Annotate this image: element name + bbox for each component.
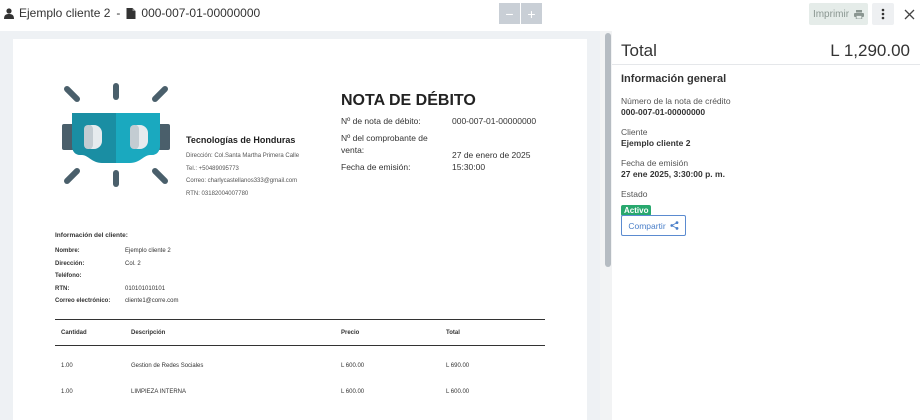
panel-divider xyxy=(612,64,920,65)
note-field-label: Fecha de emisión: xyxy=(341,162,411,172)
client-info-heading: Información del cliente: xyxy=(55,232,128,239)
total-value: L 1,290.00 xyxy=(830,41,910,60)
info-field-value: Ejemplo cliente 2 xyxy=(621,138,691,148)
client-info-label: Teléfono: xyxy=(55,273,82,279)
table-cell: 1.00 xyxy=(61,389,73,395)
client-info-label: Nombre: xyxy=(55,248,80,254)
client-info-label: RTN: xyxy=(55,285,70,292)
note-field-value: 000-007-01-00000000 xyxy=(452,116,537,126)
document-header-title: Ejemplo cliente 2 - 000-007-01-00000000 xyxy=(4,6,260,20)
client-info-value: Col. 2 xyxy=(125,260,141,267)
info-field-issue-date: Fecha de emisión 27 ene 2025, 3:30:00 p.… xyxy=(621,158,725,180)
client-info-label: Correo electrónico: xyxy=(55,298,111,304)
document-page: Tecnologías de Honduras Dirección: Col.S… xyxy=(13,39,587,420)
print-button[interactable]: Imprimir xyxy=(809,3,868,25)
company-logo xyxy=(62,83,170,187)
company-phone: Tel.: +50489095773 xyxy=(186,165,239,172)
client-info-row: Nombre: Ejemplo cliente 2 xyxy=(55,248,171,261)
zoom-out-button[interactable]: − xyxy=(499,3,520,24)
company-rtn: RTN: 03182004007780 xyxy=(186,190,249,197)
more-options-button[interactable] xyxy=(872,3,894,25)
client-info-value: 010101010101 xyxy=(125,285,166,292)
client-info-value: cliente1@corre.com xyxy=(125,298,179,304)
client-info-row: Teléfono: xyxy=(55,273,128,286)
user-icon xyxy=(4,7,14,19)
client-info-row: Correo electrónico: cliente1@corre.com xyxy=(55,298,178,311)
table-top-rule xyxy=(55,319,545,320)
company-name: Tecnologías de Honduras xyxy=(186,135,296,145)
company-email: Correo: charlycastellanos333@gmail.com xyxy=(186,178,298,184)
client-info-value: Ejemplo cliente 2 xyxy=(125,248,171,254)
note-field-label: Nº de nota de débito: xyxy=(341,116,421,126)
info-field-value: 000-007-01-00000000 xyxy=(621,107,706,117)
share-icon xyxy=(670,221,679,230)
header-separator: - xyxy=(116,6,121,20)
zoom-in-button[interactable]: + xyxy=(521,3,542,24)
table-header-rule xyxy=(55,345,545,346)
client-info-row: Dirección: Col. 2 xyxy=(55,260,141,274)
company-info: Tecnologías de Honduras Dirección: Col.S… xyxy=(186,135,299,200)
note-field-label: Nº del comprobante de venta: xyxy=(341,133,428,155)
details-panel: Total L 1,290.00 Información general Núm… xyxy=(612,31,920,420)
share-button-label: Compartir xyxy=(628,220,666,231)
app-root: Ejemplo cliente 2 - 000-007-01-00000000 … xyxy=(0,0,920,420)
table-header-cell: Cantidad xyxy=(61,330,87,336)
info-field-value: 27 ene 2025, 3:30:00 p. m. xyxy=(621,169,725,179)
document-title: NOTA DE DÉBITO xyxy=(341,92,476,109)
note-field-value: 27 de enero de 2025 xyxy=(452,150,531,160)
table-cell: LIMPIEZA INTERNA xyxy=(131,389,187,395)
client-info-row: RTN: 010101010101 xyxy=(55,285,165,299)
file-icon xyxy=(126,7,136,19)
header-document-number: 000-007-01-00000000 xyxy=(141,6,261,20)
table-cell: 1.00 xyxy=(61,363,73,369)
table-cell: L 600.00 xyxy=(341,363,365,369)
share-button[interactable]: Compartir xyxy=(621,215,686,236)
table-header-cell: Precio xyxy=(341,330,360,336)
company-address: Dirección: Col.Santa Martha Primera Call… xyxy=(186,153,300,159)
client-info-section: Información del cliente: Nombre: Ejemplo… xyxy=(55,232,178,311)
zoom-controls: − + xyxy=(499,3,542,24)
client-info-label: Dirección: xyxy=(55,260,85,267)
viewer-scrollbar-thumb[interactable] xyxy=(605,33,611,267)
header-client-name: Ejemplo cliente 2 xyxy=(19,6,111,20)
print-button-label: Imprimir xyxy=(812,8,850,20)
printer-icon xyxy=(854,9,865,19)
info-field-label: Número de la nota de crédito xyxy=(621,96,731,106)
info-field-status: Estado Activo xyxy=(621,189,652,218)
table-header-cell: Descripción xyxy=(131,330,166,336)
table-header-cell: Total xyxy=(446,330,460,336)
close-icon xyxy=(904,9,914,19)
info-field-label: Cliente xyxy=(621,127,648,137)
note-field-value: 15:30:00 xyxy=(452,162,486,172)
table-cell: Gestion de Redes Sociales xyxy=(131,363,204,369)
document-viewer[interactable]: Tecnologías de Honduras Dirección: Col.S… xyxy=(0,31,600,420)
more-vertical-icon xyxy=(881,8,885,20)
close-button[interactable] xyxy=(899,4,919,24)
table-cell: L 690.00 xyxy=(446,363,470,369)
total-label: Total xyxy=(621,41,657,60)
table-cell: L 600.00 xyxy=(341,389,365,395)
general-info-heading: Información general xyxy=(621,73,727,85)
info-field-label: Fecha de emisión xyxy=(621,158,689,168)
top-bar: Ejemplo cliente 2 - 000-007-01-00000000 … xyxy=(0,0,920,30)
info-field-note-number: Número de la nota de crédito 000-007-01-… xyxy=(621,96,731,118)
table-cell: L 600.00 xyxy=(446,389,470,395)
info-field-client: Cliente Ejemplo cliente 2 xyxy=(621,127,690,149)
status-label: Estado xyxy=(621,189,648,199)
